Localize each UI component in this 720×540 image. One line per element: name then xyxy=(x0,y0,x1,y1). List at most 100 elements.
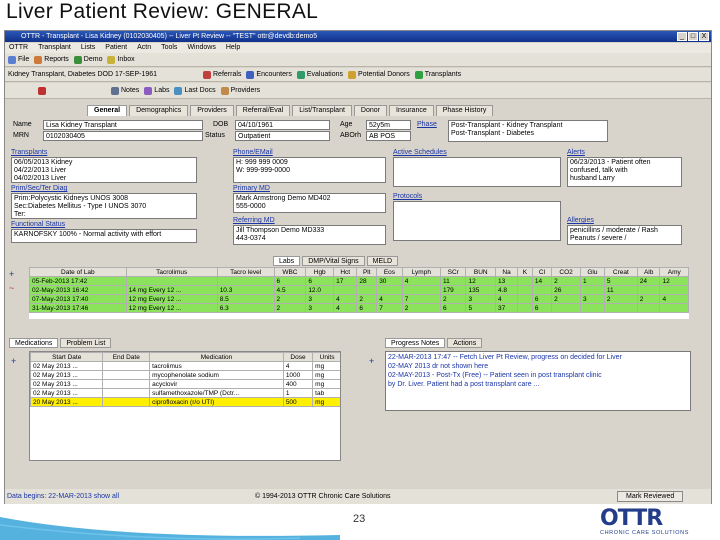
tab-list-transplant[interactable]: List/Transplant xyxy=(292,105,352,116)
column-header[interactable]: SCr xyxy=(439,267,467,277)
tab-phase-history[interactable]: Phase History xyxy=(435,105,494,116)
column-header[interactable]: Date of Lab xyxy=(29,267,127,277)
tab-insurance[interactable]: Insurance xyxy=(389,105,434,116)
column-header[interactable]: Eos xyxy=(376,267,403,277)
column-header[interactable]: Amy xyxy=(659,267,689,277)
potential-donors-button[interactable]: Potential Donors xyxy=(348,70,410,79)
evaluations-button[interactable]: Evaluations xyxy=(296,70,343,79)
medication-row[interactable]: 02 May 2013 ... mycophenolate sodium 1000 m… xyxy=(30,370,340,380)
labs-grid[interactable]: Date of Lab Tacrolimus Tacro level WBC Hgb Hc… xyxy=(29,267,689,319)
column-header[interactable]: Glu xyxy=(580,267,605,277)
name-field[interactable]: Lisa Kidney Transplant xyxy=(43,120,203,130)
maximize-button[interactable]: □ xyxy=(688,32,698,41)
phone-email-heading[interactable]: Phone/EMail xyxy=(233,149,273,156)
phase-label[interactable]: Phase xyxy=(417,121,437,128)
tab-progress-notes[interactable]: Progress Notes xyxy=(385,338,446,348)
menu-transplant[interactable]: Transplant xyxy=(38,43,71,53)
tab-problem-list[interactable]: Problem List xyxy=(60,338,112,348)
transplants-button[interactable]: Transplants xyxy=(414,70,461,79)
mrn-field[interactable]: 0102030405 xyxy=(43,131,203,141)
column-header[interactable]: Dose xyxy=(282,352,314,362)
tab-labs[interactable]: Labs xyxy=(273,256,301,266)
menu-windows[interactable]: Windows xyxy=(187,43,215,53)
chart-icon[interactable]: ~ xyxy=(9,283,19,293)
column-header[interactable]: Cl xyxy=(531,267,553,277)
minimize-button[interactable]: _ xyxy=(677,32,687,41)
encounters-button[interactable]: Encounters xyxy=(246,70,292,79)
tab-providers[interactable]: Providers xyxy=(190,105,234,116)
column-header[interactable]: Alb xyxy=(636,267,661,277)
menu-help[interactable]: Help xyxy=(226,43,240,53)
data-begins-link[interactable]: Data begins: 22-MAR-2013 show all xyxy=(7,489,119,504)
medication-row[interactable]: 20 May 2013 ... ciprofloxacin (r/o UTI) 50… xyxy=(30,397,340,407)
reports-button[interactable]: Reports xyxy=(34,55,69,64)
column-header[interactable]: WBC xyxy=(273,267,307,277)
last-docs-button[interactable]: Last Docs xyxy=(174,86,216,95)
menu-actn[interactable]: Actn xyxy=(137,43,151,53)
note-item[interactable]: by Dr. Liver. Patient had a post transpl… xyxy=(388,380,688,389)
medication-row[interactable]: 02 May 2013 ... acyclovir 400 mg xyxy=(30,379,340,389)
tab-demographics[interactable]: Demographics xyxy=(129,105,189,116)
protocols-heading[interactable]: Protocols xyxy=(393,193,422,200)
column-header[interactable]: Tacrolimus xyxy=(125,267,218,277)
note-item[interactable]: 02-MAY 2013 dr not shown here xyxy=(388,362,688,371)
age-field[interactable]: 52y5m xyxy=(366,120,411,130)
phase-list[interactable]: Post-Transplant - Kidney Transplant Post… xyxy=(448,120,608,142)
menu-patient[interactable]: Patient xyxy=(105,43,127,53)
lab-row[interactable]: 07-May-2013 17:40 12 mg Every 12 ... 8.5 2 3… xyxy=(29,294,689,304)
lab-row[interactable]: 31-May-2013 17:46 12 mg Every 12 ... 6.3 2 3… xyxy=(29,303,689,313)
tab-actions[interactable]: Actions xyxy=(447,338,483,348)
diag-heading[interactable]: Prim/Sec/Ter Diag xyxy=(11,185,67,192)
tab-dmp-vitals[interactable]: DMP/Vital Signs xyxy=(302,256,365,266)
column-header[interactable]: Lymph xyxy=(401,267,441,277)
column-header[interactable]: Na xyxy=(494,267,519,277)
allergies-heading[interactable]: Allergies xyxy=(567,217,594,224)
menu-lists[interactable]: Lists xyxy=(81,43,95,53)
tab-general[interactable]: General xyxy=(87,105,128,116)
lab-row[interactable]: 05-Feb-2013 17:42 6 6 17 28 30 4 11 12 13 14 2 1 5 24 1… xyxy=(29,276,689,286)
active-schedules-heading[interactable]: Active Schedules xyxy=(393,149,447,156)
medication-row[interactable]: 02 May 2013 ... sulfamethoxazole/TMP (Dct… xyxy=(30,388,340,398)
add-med-icon[interactable]: + xyxy=(11,356,16,366)
functional-status-heading[interactable]: Functional Status xyxy=(11,221,65,228)
providers-button[interactable]: Providers xyxy=(220,86,260,95)
alerts-heading[interactable]: Alerts xyxy=(567,149,585,156)
column-header[interactable]: BUN xyxy=(465,267,496,277)
column-header[interactable]: Hct xyxy=(333,267,358,277)
referring-md-heading[interactable]: Referring MD xyxy=(233,217,275,224)
referrals-button[interactable]: Referrals xyxy=(203,70,241,79)
add-lab-icon[interactable]: + xyxy=(9,269,19,279)
labs-button[interactable]: Labs xyxy=(144,86,169,95)
menu-tools[interactable]: Tools xyxy=(161,43,177,53)
status-field[interactable]: Outpatient xyxy=(235,131,330,141)
add-note-icon[interactable]: + xyxy=(369,356,374,366)
tab-medications[interactable]: Medications xyxy=(9,338,59,348)
inbox-button[interactable]: Inbox xyxy=(107,55,135,64)
file-button[interactable]: File xyxy=(8,55,29,64)
column-header[interactable]: Hgb xyxy=(305,267,335,277)
lab-row[interactable]: 02-May-2013 16:42 14 mg Every 12 ... 10.3 4… xyxy=(29,285,689,295)
column-header[interactable]: K xyxy=(517,267,533,277)
column-header[interactable]: Units xyxy=(312,352,340,362)
abo-field[interactable]: AB POS xyxy=(366,131,411,141)
mark-reviewed-button[interactable]: Mark Reviewed xyxy=(617,491,684,502)
note-item[interactable]: 02-MAY-2013 - Post-Tx (Free) -- Patient … xyxy=(388,371,688,380)
notes-button[interactable]: Notes xyxy=(111,86,139,95)
menu-ottr[interactable]: OTTR xyxy=(9,43,28,53)
tab-meld[interactable]: MELD xyxy=(366,256,399,266)
column-header[interactable]: Tacro level xyxy=(216,267,275,277)
tab-donor[interactable]: Donor xyxy=(353,105,387,116)
column-header[interactable]: Plt xyxy=(356,267,378,277)
column-header[interactable]: Start Date xyxy=(30,352,104,362)
dob-field[interactable]: 04/10/1961 xyxy=(235,120,330,130)
column-header[interactable]: Creat xyxy=(603,267,638,277)
progress-notes-list[interactable]: 22-MAR-2013 17:47 -- Fetch Liver Pt Revi… xyxy=(385,351,691,411)
primary-md-heading[interactable]: Primary MD xyxy=(233,185,270,192)
tab-referral-eval[interactable]: Referral/Eval xyxy=(235,105,291,116)
medications-grid[interactable]: Start Date End Date Medication Dose Units 02… xyxy=(29,351,341,461)
demo-button[interactable]: Demo xyxy=(73,55,102,64)
close-button[interactable]: X xyxy=(699,32,709,41)
note-item[interactable]: 22-MAR-2013 17:47 -- Fetch Liver Pt Revi… xyxy=(388,353,688,362)
transplants-heading[interactable]: Transplants xyxy=(11,149,47,156)
back-icon[interactable] xyxy=(38,86,46,95)
